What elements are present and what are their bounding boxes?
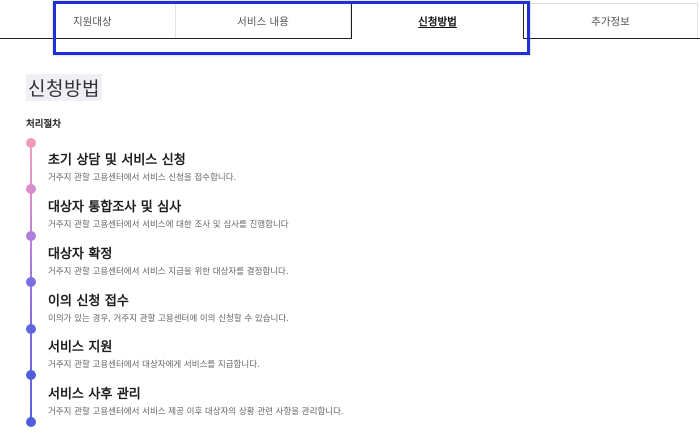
step-description: 거주지 관할 고용센터에서 대상자에게 서비스를 지급합니다. <box>48 360 260 370</box>
step-description: 거주지 관할 고용센터에서 서비스 제공 이후 대상자의 상황 관련 사항을 관… <box>48 407 344 417</box>
timeline-dot <box>26 277 36 287</box>
step-description: 거주지 관할 고용센터에서 서비스 신청을 접수합니다. <box>48 173 237 183</box>
tab-baseline <box>0 38 700 39</box>
page-title: 신청방법 <box>26 73 102 101</box>
step-title: 대상자 통합조사 및 심사 <box>48 200 182 215</box>
tab-additional-info[interactable]: 추가정보 <box>524 3 698 38</box>
step-title: 서비스 지원 <box>48 340 113 355</box>
tab-bar: 지원대상 서비스 내용 신청방법 추가정보 <box>0 0 700 39</box>
step-description: 거주지 관할 고용센터에서 서비스 지급을 위한 대상자를 결정합니다. <box>48 267 289 277</box>
timeline-dot <box>26 324 36 334</box>
timeline-dot <box>26 184 36 194</box>
step-description: 이의가 있는 경우, 거주지 관할 고용센터에 이의 신청할 수 있습니다. <box>48 314 289 324</box>
tab-eligibility[interactable]: 지원대상 <box>54 3 176 38</box>
timeline-dot <box>26 138 36 148</box>
step-title: 초기 상담 및 서비스 신청 <box>48 153 186 168</box>
step-title: 서비스 사후 관리 <box>48 387 141 402</box>
section-label: 처리절차 <box>26 119 61 130</box>
tab-application-method[interactable]: 신청방법 <box>351 2 524 39</box>
timeline-dot <box>26 370 36 380</box>
step-title: 이의 신청 접수 <box>48 294 129 309</box>
timeline-dot <box>26 417 36 427</box>
tab-service-content[interactable]: 서비스 내용 <box>176 3 351 38</box>
timeline-dot <box>26 231 36 241</box>
step-description: 거주지 관할 고용센터에서 서비스에 대한 조사 및 심사를 진행합니다 <box>48 220 289 230</box>
step-title: 대상자 확정 <box>48 247 113 262</box>
